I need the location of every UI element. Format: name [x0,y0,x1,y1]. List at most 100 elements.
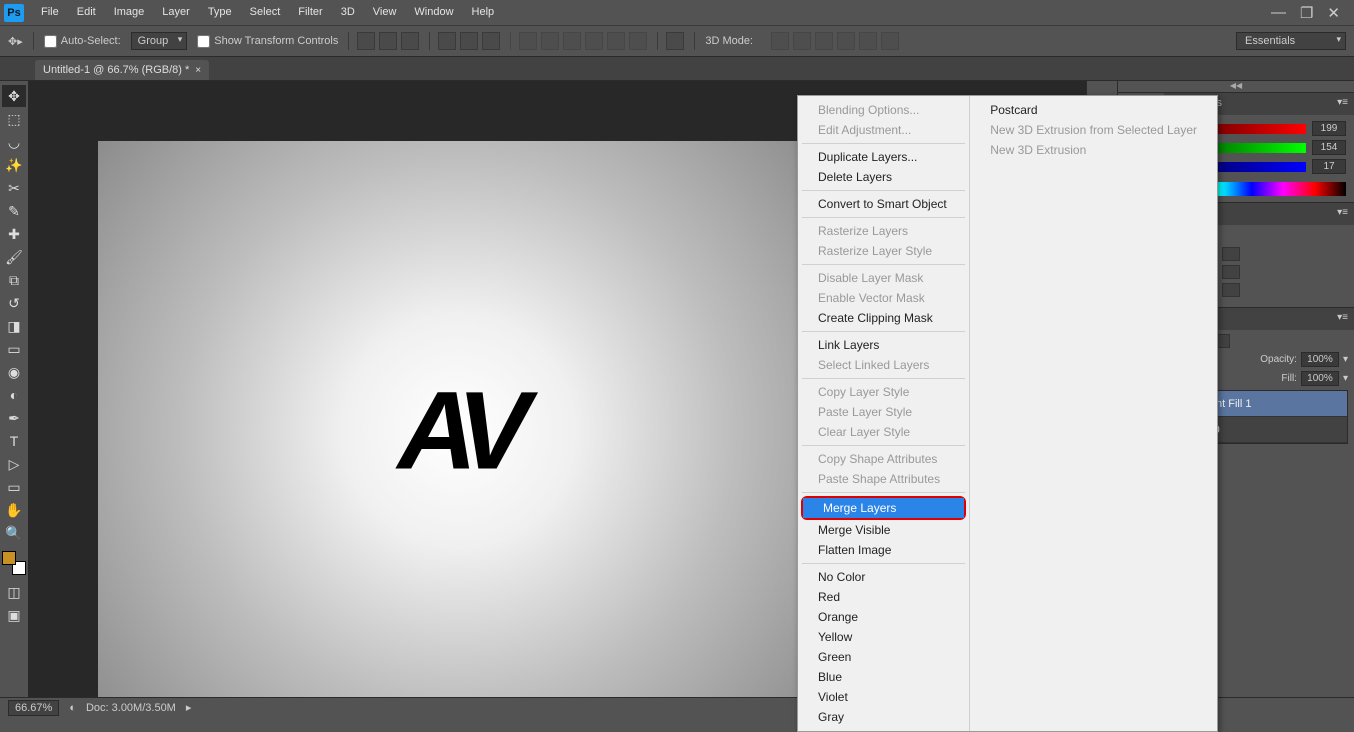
align-icon[interactable] [482,32,500,50]
menu-item-red[interactable]: Red [798,587,969,607]
canvas-content: AV [398,368,519,495]
adj-icon[interactable] [1222,247,1240,261]
menu-item-paste-shape-attributes: Paste Shape Attributes [798,469,969,489]
align-icon[interactable] [460,32,478,50]
magic-wand-tool[interactable]: ✨ [2,154,26,176]
3d-icon [815,32,833,50]
menu-help[interactable]: Help [463,0,504,25]
panel-menu-icon[interactable]: ▾≡ [1331,93,1354,115]
menu-item-postcard[interactable]: Postcard [970,100,1217,120]
auto-select-checkbox[interactable]: Auto-Select: [44,35,121,48]
menu-type[interactable]: Type [199,0,241,25]
lasso-tool[interactable]: ◡ [2,131,26,153]
fill-value[interactable]: 100% [1301,371,1339,386]
mode-3d-label: 3D Mode: [705,35,753,47]
auto-select-mode-dropdown[interactable]: Group [131,32,188,50]
tools-panel: ✥ ⬚ ◡ ✨ ✂ ✎ ✚ 🖌 ⧉ ↺ ◨ ▭ ◉ ◐ ✒ T ▷ ▭ ✋ 🔍 … [0,81,28,717]
menu-image[interactable]: Image [105,0,154,25]
quick-mask-tool[interactable]: ◫ [2,581,26,603]
menu-item-convert-to-smart-object[interactable]: Convert to Smart Object [798,194,969,214]
menu-item-copy-layer-style: Copy Layer Style [798,382,969,402]
menu-filter[interactable]: Filter [289,0,331,25]
menu-item-orange[interactable]: Orange [798,607,969,627]
menu-item-no-color[interactable]: No Color [798,567,969,587]
align-icon[interactable] [438,32,456,50]
move-tool[interactable]: ✥ [2,85,26,107]
hand-tool[interactable]: ✋ [2,499,26,521]
document-tab-label: Untitled-1 @ 66.7% (RGB/8) * [43,64,189,76]
menu-select[interactable]: Select [241,0,290,25]
gradient-tool[interactable]: ▭ [2,338,26,360]
pen-tool[interactable]: ✒ [2,407,26,429]
menu-item-delete-layers[interactable]: Delete Layers [798,167,969,187]
workspace-dropdown[interactable]: Essentials [1236,32,1346,50]
align-icon[interactable] [357,32,375,50]
dodge-tool[interactable]: ◐ [2,384,26,406]
color-swatches[interactable] [2,551,26,575]
menu-item-new-3d-extrusion-from-selected-layer: New 3D Extrusion from Selected Layer [970,120,1217,140]
b-value[interactable]: 17 [1312,159,1346,174]
g-value[interactable]: 154 [1312,140,1346,155]
brush-tool[interactable]: 🖌 [2,246,26,268]
close-icon[interactable]: ✕ [1327,4,1340,22]
blur-tool[interactable]: ◉ [2,361,26,383]
distribute-icon [541,32,559,50]
zoom-tool[interactable]: 🔍 [2,522,26,544]
menu-item-merge-visible[interactable]: Merge Visible [798,520,969,540]
3d-icon [859,32,877,50]
menu-item-duplicate-layers-[interactable]: Duplicate Layers... [798,147,969,167]
menu-item-link-layers[interactable]: Link Layers [798,335,969,355]
menu-item-green[interactable]: Green [798,647,969,667]
menu-item-merge-layers[interactable]: Merge Layers [803,498,964,518]
restore-icon[interactable]: ❐ [1300,4,1313,22]
document-canvas[interactable]: AV [98,141,818,717]
panel-menu-icon[interactable]: ▾≡ [1331,308,1354,330]
spot-heal-tool[interactable]: ✚ [2,223,26,245]
menu-item-violet[interactable]: Violet [798,687,969,707]
menu-edit[interactable]: Edit [68,0,105,25]
menu-item-yellow[interactable]: Yellow [798,627,969,647]
eyedropper-tool[interactable]: ✎ [2,200,26,222]
align-group [348,32,419,50]
menu-item-clear-layer-style: Clear Layer Style [798,422,969,442]
menu-3d[interactable]: 3D [332,0,364,25]
menu-item-gray[interactable]: Gray [798,707,969,727]
show-transform-checkbox[interactable]: Show Transform Controls [197,35,338,48]
menu-file[interactable]: File [32,0,68,25]
minimize-icon[interactable]: — [1271,4,1286,22]
panel-menu-icon[interactable]: ▾≡ [1331,203,1354,225]
menu-item-select-linked-layers: Select Linked Layers [798,355,969,375]
r-value[interactable]: 199 [1312,121,1346,136]
menu-item-blue[interactable]: Blue [798,667,969,687]
align-icon[interactable] [379,32,397,50]
document-tab[interactable]: Untitled-1 @ 66.7% (RGB/8) * × [35,60,209,80]
path-selection-tool[interactable]: ▷ [2,453,26,475]
move-tool-icon[interactable]: ✥▸ [8,35,23,48]
marquee-tool[interactable]: ⬚ [2,108,26,130]
eraser-tool[interactable]: ◨ [2,315,26,337]
menu-item-create-clipping-mask[interactable]: Create Clipping Mask [798,308,969,328]
menu-window[interactable]: Window [405,0,462,25]
history-brush-tool[interactable]: ↺ [2,292,26,314]
close-icon[interactable]: × [195,65,201,76]
3d-icon [881,32,899,50]
menu-view[interactable]: View [364,0,406,25]
arrange-icon[interactable] [666,32,684,50]
adj-icon[interactable] [1222,265,1240,279]
crop-tool[interactable]: ✂ [2,177,26,199]
zoom-level[interactable]: 66.67% [8,700,59,716]
screen-mode-tool[interactable]: ▣ [2,604,26,626]
menu-item-flatten-image[interactable]: Flatten Image [798,540,969,560]
align-icon[interactable] [401,32,419,50]
adj-icon[interactable] [1222,283,1240,297]
zoom-icon[interactable]: ◐ [69,702,76,714]
opacity-label: Opacity: [1260,354,1297,365]
menu-layer[interactable]: Layer [153,0,199,25]
opacity-value[interactable]: 100% [1301,352,1339,367]
rectangle-tool[interactable]: ▭ [2,476,26,498]
fg-color-swatch[interactable] [2,551,16,565]
type-tool[interactable]: T [2,430,26,452]
collapse-arrows-icon[interactable]: ◀◀ [1118,81,1354,93]
layer-context-menu: Blending Options...Edit Adjustment...Dup… [797,95,1218,732]
clone-stamp-tool[interactable]: ⧉ [2,269,26,291]
